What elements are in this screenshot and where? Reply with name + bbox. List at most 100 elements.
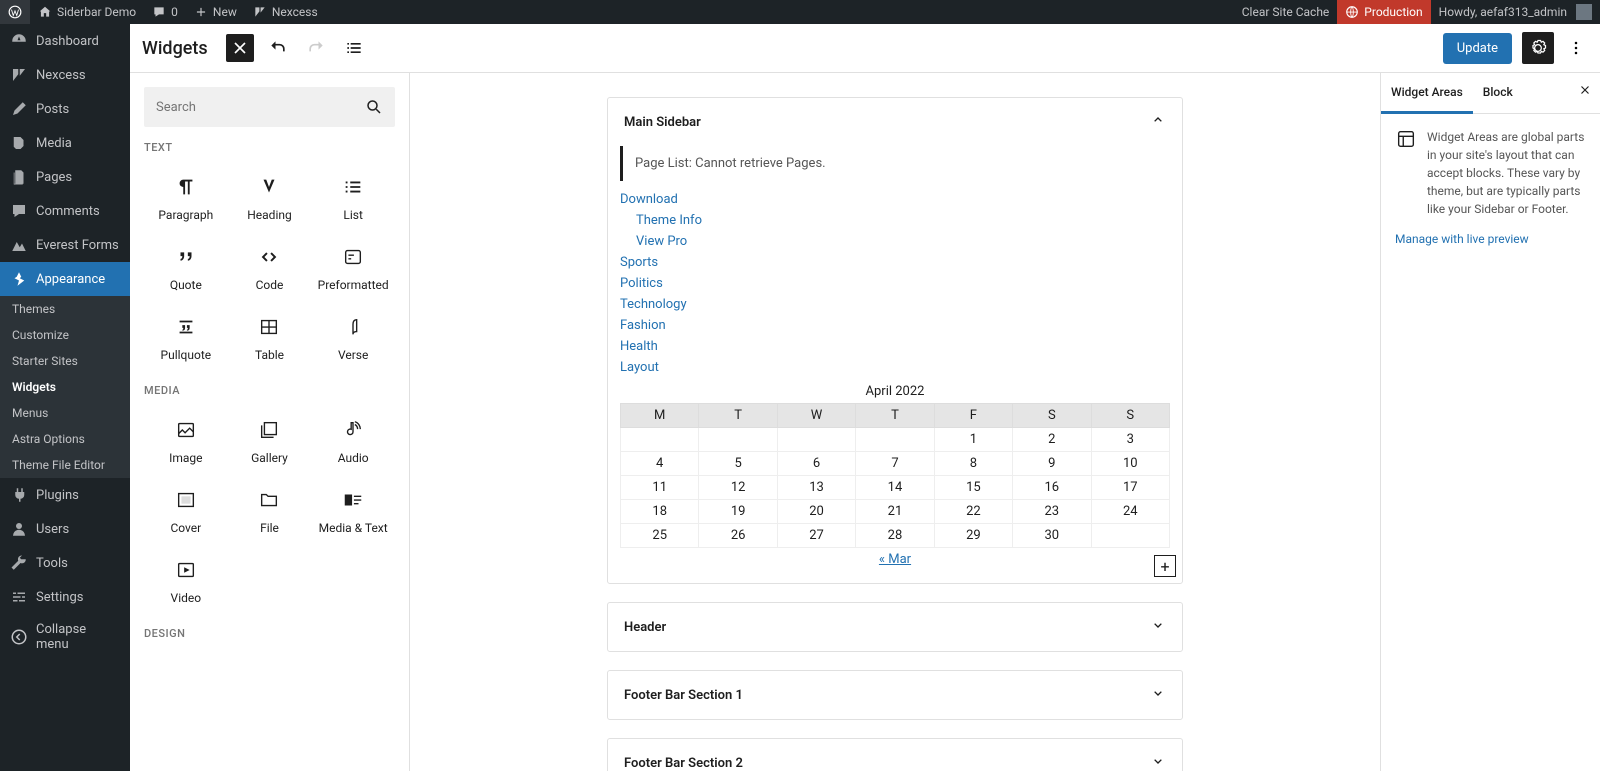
admin-bar: Siderbar Demo 0 New Nexcess Clear Site C… [0,0,1600,24]
block-preformatted[interactable]: Preformatted [311,232,395,302]
calendar-title: April 2022 [620,380,1170,403]
block-verse[interactable]: Verse [311,302,395,372]
nexcess-link[interactable]: Nexcess [245,0,326,24]
block-table[interactable]: Table [228,302,312,372]
widget-areas-description: Widget Areas are global parts in your si… [1427,128,1586,218]
chevron-down-icon [1150,753,1166,771]
more-options-button[interactable] [1564,32,1588,64]
site-name[interactable]: Siderbar Demo [30,0,144,24]
category-text: TEXT [144,141,395,154]
calendar-prev-link[interactable]: « Mar [879,552,911,567]
avatar [1576,4,1592,20]
page-list-notice: Page List: Cannot retrieve Pages. [620,146,1170,181]
menu-users[interactable]: Users [0,512,130,546]
menu-plugins[interactable]: Plugins [0,478,130,512]
block-paragraph[interactable]: Paragraph [144,162,228,232]
area-toggle-footer1[interactable]: Footer Bar Section 1 [608,671,1182,719]
search-input[interactable] [156,100,365,115]
chevron-down-icon [1150,617,1166,637]
chevron-down-icon [1150,685,1166,705]
widget-area-footer1: Footer Bar Section 1 [607,670,1183,720]
widget-area-main-sidebar: Main Sidebar Page List: Cannot retrieve … [607,97,1183,584]
redo-button[interactable] [302,34,330,62]
block-heading[interactable]: Heading [228,162,312,232]
close-inserter-button[interactable] [226,34,254,62]
link-layout[interactable]: Layout [620,357,1170,378]
category-media: MEDIA [144,384,395,397]
menu-nexcess[interactable]: Nexcess [0,58,130,92]
area-toggle-main-sidebar[interactable]: Main Sidebar [608,98,1182,146]
block-cover[interactable]: Cover [144,475,228,545]
layout-icon [1395,128,1417,150]
menu-posts[interactable]: Posts [0,92,130,126]
menu-appearance[interactable]: Appearance [0,262,130,296]
block-gallery[interactable]: Gallery [228,405,312,475]
update-button[interactable]: Update [1443,33,1512,64]
link-view-pro[interactable]: View Pro [620,231,1170,252]
block-list[interactable]: List [311,162,395,232]
block-quote[interactable]: Quote [144,232,228,302]
manage-live-preview-link[interactable]: Manage with live preview [1395,232,1586,246]
submenu-appearance: Themes Customize Starter Sites Widgets M… [0,296,130,478]
link-technology[interactable]: Technology [620,294,1170,315]
block-inserter: TEXT Paragraph Heading List Quote Code P… [130,73,410,771]
block-image[interactable]: Image [144,405,228,475]
search-box [144,87,395,127]
widget-canvas: Main Sidebar Page List: Cannot retrieve … [410,73,1380,771]
submenu-themes[interactable]: Themes [0,296,130,322]
add-block-button[interactable]: + [1154,555,1176,577]
admin-menu: Dashboard Nexcess Posts Media Pages Comm… [0,24,130,771]
menu-collapse[interactable]: Collapse menu [0,614,130,660]
menu-media[interactable]: Media [0,126,130,160]
area-toggle-header[interactable]: Header [608,603,1182,651]
submenu-customize[interactable]: Customize [0,322,130,348]
tab-block[interactable]: Block [1473,73,1523,113]
block-media-text[interactable]: Media & Text [311,475,395,545]
comments-bubble[interactable]: 0 [144,0,186,24]
link-health[interactable]: Health [620,336,1170,357]
chevron-up-icon [1150,112,1166,132]
block-pullquote[interactable]: Pullquote [144,302,228,372]
submenu-menus[interactable]: Menus [0,400,130,426]
editor-header: Widgets Update [130,24,1600,73]
page-title: Widgets [142,38,208,59]
menu-dashboard[interactable]: Dashboard [0,24,130,58]
new-content[interactable]: New [186,0,245,24]
submenu-starter[interactable]: Starter Sites [0,348,130,374]
list-view-button[interactable] [340,34,368,62]
submenu-editor[interactable]: Theme File Editor [0,452,130,478]
menu-tools[interactable]: Tools [0,546,130,580]
search-icon [365,98,383,116]
settings-button[interactable] [1522,32,1554,64]
clear-cache[interactable]: Clear Site Cache [1234,0,1338,24]
editor: Widgets Update TEXT Paragraph Heading Li… [130,24,1600,771]
menu-comments[interactable]: Comments [0,194,130,228]
link-sports[interactable]: Sports [620,252,1170,273]
settings-sidebar: Widget Areas Block Widget Areas are glob… [1380,73,1600,771]
close-sidebar-button[interactable] [1570,73,1600,113]
nav-menu-block: Download Theme Info View Pro Sports Poli… [620,187,1170,380]
block-video[interactable]: Video [144,545,228,615]
menu-pages[interactable]: Pages [0,160,130,194]
production-badge[interactable]: Production [1337,0,1430,24]
wp-logo[interactable] [0,0,30,24]
tab-widget-areas[interactable]: Widget Areas [1381,73,1473,114]
block-audio[interactable]: Audio [311,405,395,475]
menu-everest[interactable]: Everest Forms [0,228,130,262]
link-download[interactable]: Download [620,189,1170,210]
block-code[interactable]: Code [228,232,312,302]
link-theme-info[interactable]: Theme Info [620,210,1170,231]
area-toggle-footer2[interactable]: Footer Bar Section 2 [608,739,1182,771]
submenu-astra[interactable]: Astra Options [0,426,130,452]
calendar-block: MTWTFSS 12345678910111213141516171819202… [620,403,1170,548]
link-fashion[interactable]: Fashion [620,315,1170,336]
widget-area-header: Header [607,602,1183,652]
undo-button[interactable] [264,34,292,62]
link-politics[interactable]: Politics [620,273,1170,294]
widget-area-footer2: Footer Bar Section 2 [607,738,1183,771]
block-file[interactable]: File [228,475,312,545]
category-design: DESIGN [144,627,395,640]
menu-settings[interactable]: Settings [0,580,130,614]
submenu-widgets[interactable]: Widgets [0,374,130,400]
account-howdy[interactable]: Howdy, aefaf313_admin [1431,0,1600,24]
